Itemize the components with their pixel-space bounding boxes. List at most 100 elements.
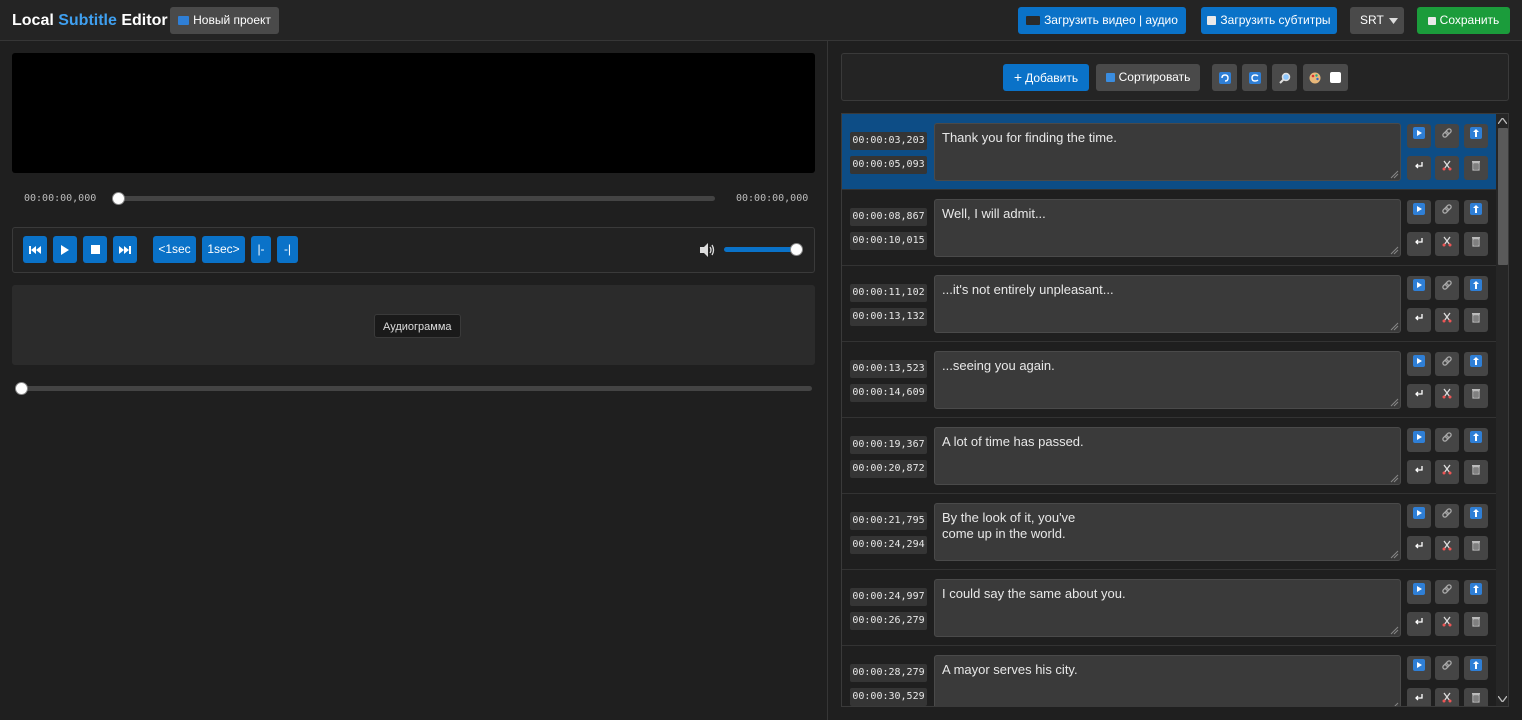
subtitle-row[interactable]: 00:00:24,997 00:00:26,279 I could say the … xyxy=(842,570,1496,646)
delete-button[interactable] xyxy=(1464,308,1488,332)
start-time[interactable]: 00:00:13,523 xyxy=(850,360,927,378)
format-select[interactable]: SRT xyxy=(1350,7,1404,34)
move-up-button[interactable] xyxy=(1464,504,1488,528)
delete-button[interactable] xyxy=(1464,612,1488,636)
new-project-button[interactable]: Новый проект xyxy=(170,7,279,34)
play-subtitle-button[interactable] xyxy=(1407,580,1431,604)
zoom-handle[interactable] xyxy=(15,382,28,395)
insert-button[interactable] xyxy=(1407,384,1431,408)
move-up-button[interactable] xyxy=(1464,656,1488,680)
start-time[interactable]: 00:00:11,102 xyxy=(850,284,927,302)
link-button[interactable] xyxy=(1435,656,1459,680)
move-up-button[interactable] xyxy=(1464,200,1488,224)
delete-button[interactable] xyxy=(1464,688,1488,706)
play-subtitle-button[interactable] xyxy=(1407,504,1431,528)
play-subtitle-button[interactable] xyxy=(1407,352,1431,376)
move-up-button[interactable] xyxy=(1464,276,1488,300)
link-button[interactable] xyxy=(1435,504,1459,528)
insert-button[interactable] xyxy=(1407,308,1431,332)
resize-grip-icon[interactable] xyxy=(1389,473,1399,483)
subtitle-row[interactable]: 00:00:11,102 00:00:13,132 ...it's not enti… xyxy=(842,266,1496,342)
split-button[interactable] xyxy=(1435,688,1459,706)
scrollbar[interactable] xyxy=(1496,114,1508,706)
delete-button[interactable] xyxy=(1464,536,1488,560)
resize-grip-icon[interactable] xyxy=(1389,169,1399,179)
scroll-up-icon[interactable] xyxy=(1498,118,1507,124)
link-button[interactable] xyxy=(1435,352,1459,376)
volume-handle[interactable] xyxy=(790,243,803,256)
subtitle-text[interactable]: A mayor serves his city. xyxy=(934,655,1401,707)
subtitle-text[interactable]: Thank you for finding the time. xyxy=(934,123,1401,181)
end-time[interactable]: 00:00:14,609 xyxy=(850,384,927,402)
split-button[interactable] xyxy=(1435,308,1459,332)
resize-grip-icon[interactable] xyxy=(1389,549,1399,559)
redo-button[interactable] xyxy=(1242,64,1267,91)
style-checkbox[interactable] xyxy=(1330,72,1341,83)
subtitle-row[interactable]: 00:00:19,367 00:00:20,872 A lot of time ha… xyxy=(842,418,1496,494)
link-button[interactable] xyxy=(1435,276,1459,300)
subtitle-text[interactable]: By the look of it, you've come up in the… xyxy=(934,503,1401,561)
split-button[interactable] xyxy=(1435,612,1459,636)
resize-grip-icon[interactable] xyxy=(1389,321,1399,331)
scroll-down-icon[interactable] xyxy=(1498,696,1507,702)
save-button[interactable]: Сохранить xyxy=(1417,7,1510,34)
start-time[interactable]: 00:00:21,795 xyxy=(850,512,927,530)
subtitle-row[interactable]: 00:00:21,795 00:00:24,294 By the look of i… xyxy=(842,494,1496,570)
panel-divider[interactable] xyxy=(827,41,828,720)
play-button[interactable] xyxy=(53,236,77,263)
end-time[interactable]: 00:00:24,294 xyxy=(850,536,927,554)
scroll-thumb[interactable] xyxy=(1498,128,1508,265)
resize-grip-icon[interactable] xyxy=(1389,625,1399,635)
delete-button[interactable] xyxy=(1464,460,1488,484)
end-time[interactable]: 00:00:20,872 xyxy=(850,460,927,478)
move-up-button[interactable] xyxy=(1464,428,1488,452)
play-subtitle-button[interactable] xyxy=(1407,200,1431,224)
end-time[interactable]: 00:00:13,132 xyxy=(850,308,927,326)
seek-handle[interactable] xyxy=(112,192,125,205)
search-button[interactable] xyxy=(1272,64,1297,91)
resize-grip-icon[interactable] xyxy=(1389,701,1399,707)
subtitle-row[interactable]: 00:00:08,867 00:00:10,015 Well, I will adm… xyxy=(842,190,1496,266)
delete-button[interactable] xyxy=(1464,384,1488,408)
load-media-button[interactable]: Загрузить видео | аудио xyxy=(1018,7,1186,34)
delete-button[interactable] xyxy=(1464,232,1488,256)
start-time[interactable]: 00:00:19,367 xyxy=(850,436,927,454)
insert-button[interactable] xyxy=(1407,460,1431,484)
link-button[interactable] xyxy=(1435,428,1459,452)
play-subtitle-button[interactable] xyxy=(1407,656,1431,680)
link-button[interactable] xyxy=(1435,580,1459,604)
mark-in-button[interactable]: |- xyxy=(251,236,271,263)
sort-button[interactable]: Сортировать xyxy=(1096,64,1200,91)
stop-button[interactable] xyxy=(83,236,107,263)
skip-back-button[interactable] xyxy=(23,236,47,263)
start-time[interactable]: 00:00:28,279 xyxy=(850,664,927,682)
split-button[interactable] xyxy=(1435,156,1459,180)
mark-out-button[interactable]: -| xyxy=(277,236,298,263)
play-subtitle-button[interactable] xyxy=(1407,124,1431,148)
style-toggle-group[interactable] xyxy=(1303,64,1348,91)
start-time[interactable]: 00:00:24,997 xyxy=(850,588,927,606)
video-player[interactable] xyxy=(12,53,815,173)
split-button[interactable] xyxy=(1435,460,1459,484)
insert-button[interactable] xyxy=(1407,536,1431,560)
subtitle-text[interactable]: Well, I will admit... xyxy=(934,199,1401,257)
link-button[interactable] xyxy=(1435,124,1459,148)
delete-button[interactable] xyxy=(1464,156,1488,180)
link-button[interactable] xyxy=(1435,200,1459,224)
end-time[interactable]: 00:00:05,093 xyxy=(850,156,927,174)
insert-button[interactable] xyxy=(1407,232,1431,256)
skip-forward-button[interactable] xyxy=(113,236,137,263)
end-time[interactable]: 00:00:30,529 xyxy=(850,688,927,706)
move-up-button[interactable] xyxy=(1464,124,1488,148)
play-subtitle-button[interactable] xyxy=(1407,428,1431,452)
seek-bar[interactable] xyxy=(117,196,715,201)
subtitle-row[interactable]: 00:00:28,279 00:00:30,529 A mayor serves h… xyxy=(842,646,1496,707)
undo-button[interactable] xyxy=(1212,64,1237,91)
insert-button[interactable] xyxy=(1407,688,1431,706)
split-button[interactable] xyxy=(1435,384,1459,408)
move-up-button[interactable] xyxy=(1464,352,1488,376)
back-1s-button[interactable]: <1sec xyxy=(153,236,196,263)
resize-grip-icon[interactable] xyxy=(1389,397,1399,407)
insert-button[interactable] xyxy=(1407,612,1431,636)
subtitle-text[interactable]: ...seeing you again. xyxy=(934,351,1401,409)
